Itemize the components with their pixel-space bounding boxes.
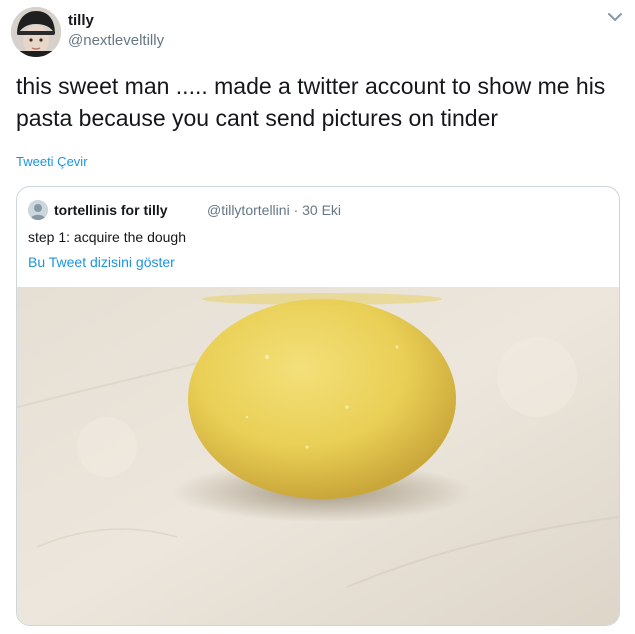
quoted-author-name: tortellinis for tilly — [54, 202, 168, 218]
quoted-author-avatar — [28, 200, 48, 220]
quoted-tweet-card[interactable]: tortellinis for tilly @tillytortellini ·… — [16, 186, 620, 626]
translate-tweet-link[interactable]: Tweeti Çevir — [16, 154, 88, 169]
show-thread-link[interactable]: Bu Tweet dizisini göster — [28, 254, 175, 270]
dough-photo[interactable] — [17, 287, 619, 625]
chevron-down-icon[interactable] — [607, 11, 623, 23]
author-avatar[interactable] — [11, 7, 61, 57]
profile-avatar-icon — [11, 7, 61, 57]
quoted-handle-date: @tillytortellini · 30 Eki — [207, 202, 342, 218]
author-handle[interactable]: @nextleveltilly — [68, 32, 164, 49]
tweet-text: this sweet man ..... made a twitter acco… — [16, 73, 606, 131]
author-display-name[interactable]: tilly — [68, 12, 94, 29]
quoted-tweet-text: step 1: acquire the dough — [28, 229, 187, 245]
default-profile-icon — [28, 200, 48, 220]
